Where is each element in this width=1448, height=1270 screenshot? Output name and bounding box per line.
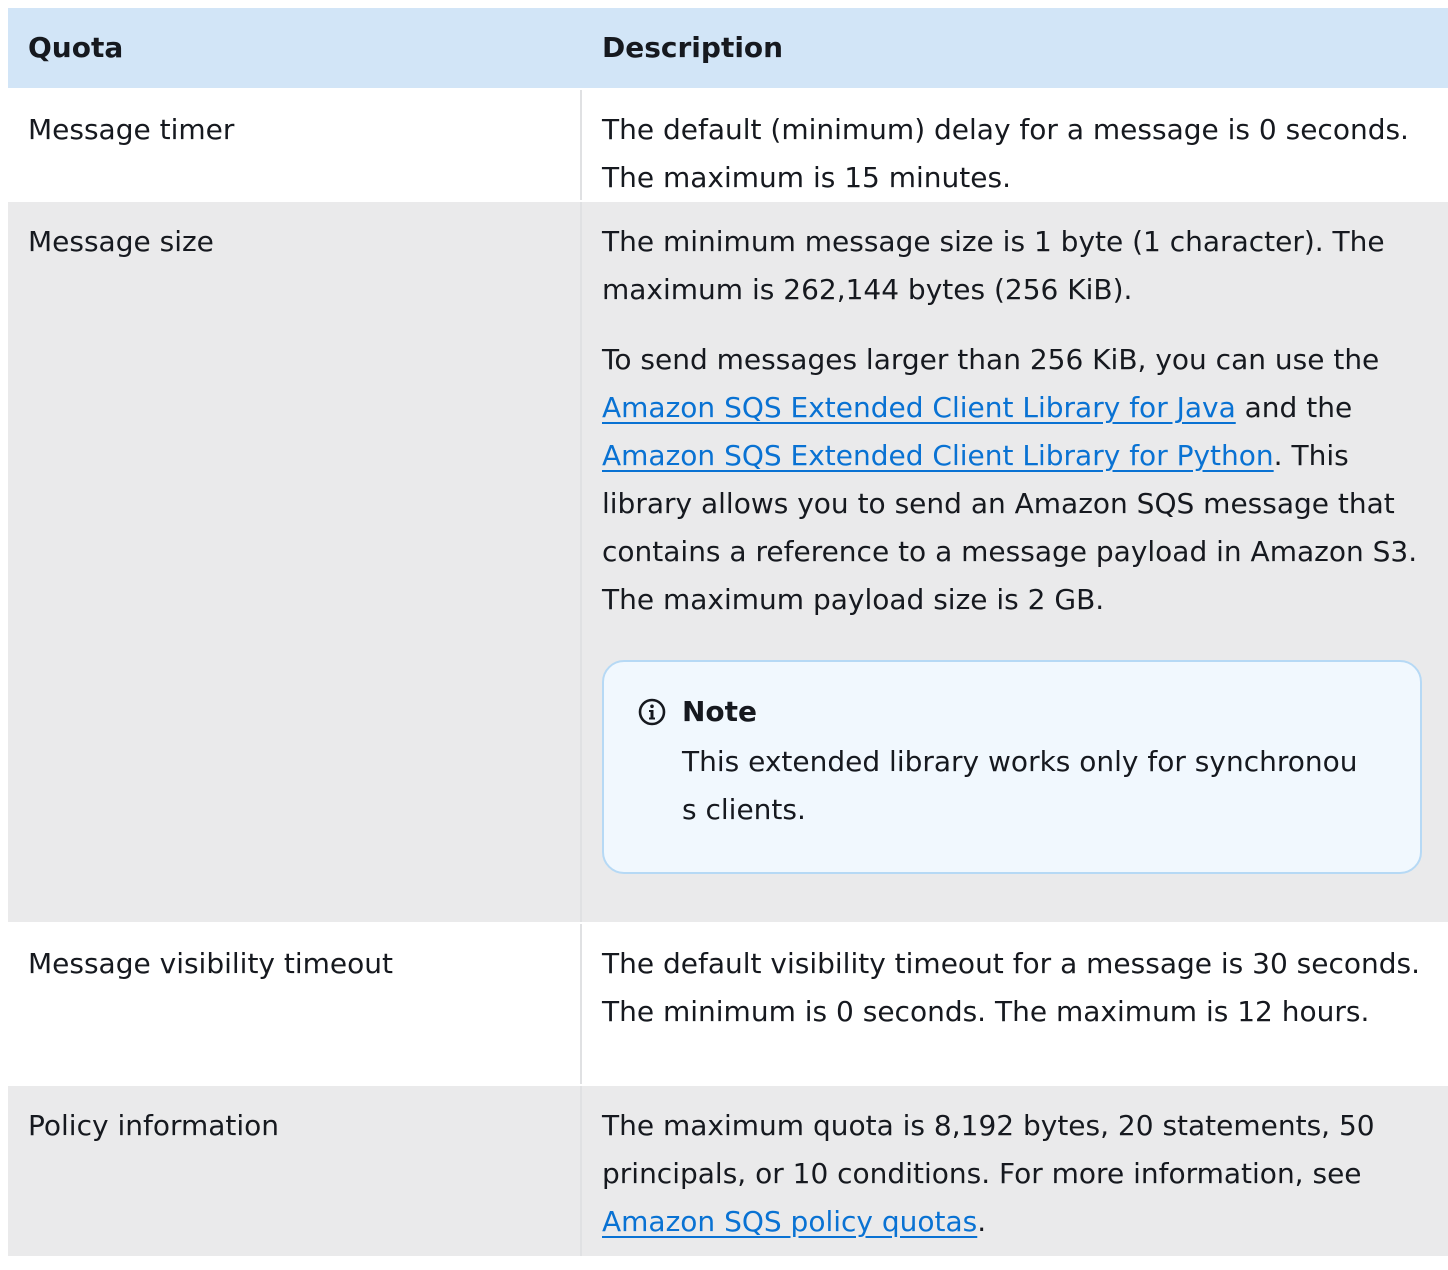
info-circle-icon [638,698,666,726]
description-cell: The default visibility timeout for a mes… [602,947,1421,1028]
table-header-row: Quota Description [8,8,1448,90]
text-fragment: and the [1235,391,1353,424]
note-text: This extended library works only for syn… [682,745,1358,826]
text-fragment: . [977,1205,987,1238]
table-row: Message visibility timeout The default v… [8,924,1448,1086]
text-fragment: The maximum quota is 8,192 bytes, 20 sta… [602,1109,1375,1190]
table-row: Message size The minimum message size is… [8,202,1448,924]
link-sqs-policy-quotas[interactable]: Amazon SQS policy quotas [602,1205,977,1238]
header-description: Description [602,31,784,64]
description-cell: The minimum message size is 1 byte (1 ch… [582,202,1448,922]
quota-cell: Message timer [8,90,582,200]
quota-cell: Message visibility timeout [8,924,582,1084]
table-row: Policy information The maximum quota is … [8,1086,1448,1258]
quota-cell: Message size [8,202,582,922]
description-paragraph: The minimum message size is 1 byte (1 ch… [602,225,1385,306]
header-quota: Quota [28,31,124,64]
description-paragraph: To send messages larger than 256 KiB, yo… [602,336,1428,624]
description-cell: The maximum quota is 8,192 bytes, 20 sta… [582,1086,1448,1256]
link-extended-client-python[interactable]: Amazon SQS Extended Client Library for P… [602,439,1274,472]
description-cell: The default (minimum) delay for a messag… [602,113,1409,194]
table-row: Message timer The default (minimum) dela… [8,90,1448,202]
link-extended-client-java[interactable]: Amazon SQS Extended Client Library for J… [602,391,1236,424]
text-fragment: To send messages larger than 256 KiB, yo… [602,343,1380,376]
note-header: Note [638,692,1360,732]
note-title: Note [682,695,758,728]
quotas-table: Quota Description Message timer The defa… [8,8,1448,1258]
quota-cell: Policy information [8,1086,582,1256]
note-box: Note This extended library works only fo… [602,660,1422,874]
